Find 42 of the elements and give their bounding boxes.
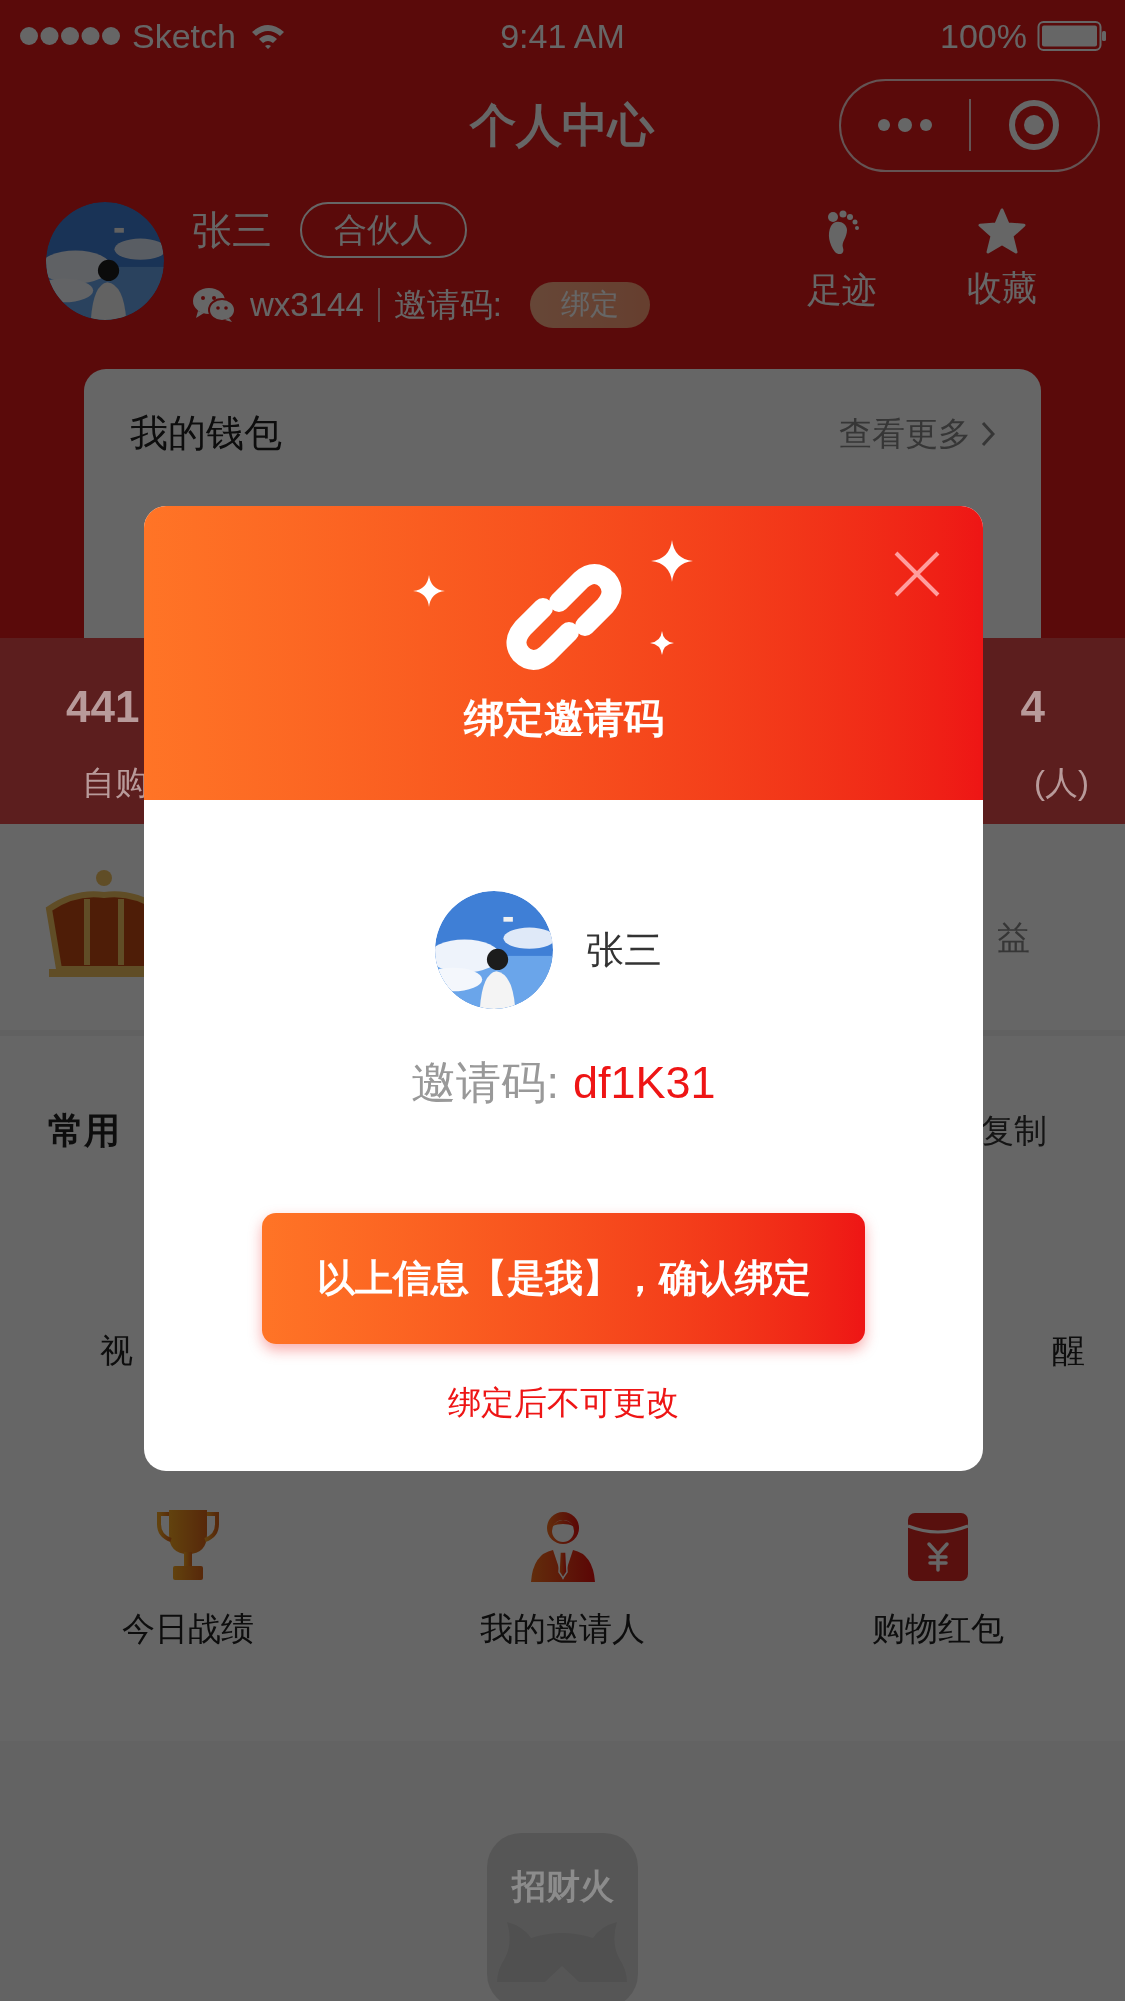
sparkle-icon <box>651 540 693 582</box>
wechat-id: wx3144 <box>250 285 364 325</box>
close-target-icon[interactable] <box>1008 99 1061 151</box>
code-label: 邀请码: <box>411 1056 559 1110</box>
envelope-icon <box>906 1511 969 1582</box>
star-icon <box>978 208 1026 254</box>
stat-value: 441 <box>66 681 140 733</box>
warning-note: 绑定后不可更改 <box>448 1382 679 1423</box>
shortcut-button[interactable]: 足迹 <box>797 202 887 369</box>
copy-button[interactable]: 复制 <box>981 1104 1077 1158</box>
capsule-menu[interactable] <box>839 78 1100 172</box>
battery-icon <box>1037 20 1107 52</box>
signal-icon <box>18 25 122 47</box>
tool-label: 醒 <box>1052 1331 1085 1371</box>
invite-code: df1K31 <box>572 1056 716 1110</box>
inviter-name: 张三 <box>586 927 662 973</box>
dialog-title: 绑定邀请码 <box>463 695 664 742</box>
user-name: 张三 <box>192 207 272 254</box>
sparkle-icon <box>650 631 674 655</box>
role-badge: 合伙人 <box>300 202 467 258</box>
shortcut-button[interactable]: 收藏 <box>957 202 1047 369</box>
wechat-icon <box>192 286 236 323</box>
battery-percent: 100% <box>940 15 1027 57</box>
stat-value: 4 <box>1020 681 1046 733</box>
carrier-name: Sketch <box>132 15 236 57</box>
person-icon <box>528 1509 597 1582</box>
trophy-icon <box>154 1507 221 1582</box>
more-icon[interactable] <box>876 118 933 132</box>
section-title: 常用 <box>48 1109 120 1153</box>
stat-label: (人) <box>1034 763 1089 803</box>
close-icon[interactable] <box>894 551 940 597</box>
tool-item[interactable]: 购物红包 <box>750 1505 1125 1653</box>
chevron-icon <box>981 420 995 447</box>
invite-code-label: 邀请码: <box>393 285 502 325</box>
tool-label: 视 <box>100 1331 133 1371</box>
page-title: 个人中心 <box>468 97 656 153</box>
wallet-title: 我的钱包 <box>130 411 282 456</box>
tool-item[interactable]: 今日战绩 <box>0 1505 375 1653</box>
sparkle-icon <box>413 575 445 607</box>
status-time: 9:41 AM <box>499 15 626 57</box>
tool-item[interactable]: 我的邀请人 <box>375 1505 750 1653</box>
confirm-bind-button[interactable]: 以上信息【是我】，确认绑定 <box>262 1212 865 1344</box>
